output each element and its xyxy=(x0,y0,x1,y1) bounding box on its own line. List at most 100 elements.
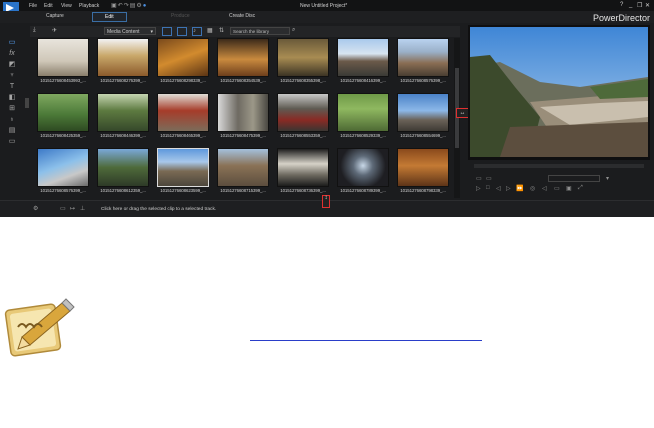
tab-create-disc[interactable]: Create Disc xyxy=(229,13,255,19)
media-tile[interactable]: 10151276608446399_... xyxy=(97,93,149,139)
media-filename: 10151276608576399_... xyxy=(400,78,446,83)
image-filter-icon[interactable] xyxy=(177,27,187,36)
media-library-grid: 10151276608453993_... 10151276608276399_… xyxy=(34,38,452,198)
snapshot-icon[interactable]: ◎ xyxy=(530,185,535,192)
media-filename: 10151276608576399_... xyxy=(40,188,86,193)
transition-room-icon[interactable]: ◧ xyxy=(6,93,18,102)
media-filename: 10151276608612359_... xyxy=(100,188,146,193)
play-icon[interactable]: ▷ xyxy=(476,185,481,192)
media-tile[interactable]: 10151276608416399_... xyxy=(337,38,389,84)
mode-bar: Capture Edit Produce Create Disc xyxy=(0,11,654,23)
timecode-dropdown-icon[interactable]: ▾ xyxy=(606,175,609,182)
volume-icon[interactable]: ◁ xyxy=(542,185,547,192)
display-icon[interactable]: ▭ xyxy=(554,185,560,192)
media-tile[interactable]: 10151276608623599_... xyxy=(157,148,209,194)
help-button[interactable]: ? xyxy=(620,2,623,8)
media-tile[interactable]: 10151276608553359_... xyxy=(277,93,329,139)
menu-edit[interactable]: Edit xyxy=(44,3,53,9)
timeline-mode-icon[interactable]: ▭ xyxy=(60,205,66,212)
save-icon[interactable]: ▣ xyxy=(111,3,118,9)
media-tile[interactable]: 10151276608453993_... xyxy=(37,38,89,84)
room-toolbar: ▭ fx ◩ ♆ T ◧ ⊞ ♁ ▤ ▭ xyxy=(6,38,22,198)
media-filename: 10151276608553359_... xyxy=(280,133,326,138)
subtitle-room-icon[interactable]: ▭ xyxy=(6,137,18,146)
preview-scrubber[interactable] xyxy=(474,164,644,168)
settings-icon[interactable]: ⚙ xyxy=(33,205,38,212)
landscape-preview-icon xyxy=(470,27,648,157)
media-thumbnail xyxy=(157,38,209,77)
search-icon[interactable]: ⌕ xyxy=(292,27,295,34)
tab-produce[interactable]: Produce xyxy=(171,13,190,19)
movie-mode-icon[interactable]: ▭ xyxy=(486,175,492,182)
fullscreen-icon[interactable]: ⤢ xyxy=(578,185,583,192)
video-filter-icon[interactable] xyxy=(162,27,172,36)
note-link-underline[interactable] xyxy=(250,340,482,341)
note-icon xyxy=(4,297,76,363)
menu-view[interactable]: View xyxy=(61,3,72,9)
minimize-button[interactable]: _ xyxy=(629,2,632,8)
media-room-icon[interactable]: ▭ xyxy=(6,38,18,47)
media-tile[interactable]: 10151276608276399_... xyxy=(97,38,149,84)
media-tile[interactable]: 10151276608715399_... xyxy=(217,148,269,194)
panel-resize-handle-vertical[interactable]: ↕ xyxy=(322,195,330,208)
media-tile[interactable]: 10151276608612359_... xyxy=(97,148,149,194)
media-filename: 10151276608446399_... xyxy=(100,133,146,138)
menu-file[interactable]: File xyxy=(29,3,37,9)
media-tile[interactable]: 10151276608576399_... xyxy=(37,148,89,194)
library-scrollbar[interactable] xyxy=(454,38,460,198)
view-mode-icon[interactable]: ▦ xyxy=(207,27,213,34)
media-tile[interactable]: 10151276608529339_... xyxy=(337,93,389,139)
media-thumbnail xyxy=(37,38,89,77)
media-tile[interactable]: 10151276608736399_... xyxy=(277,148,329,194)
media-tile[interactable]: 10151276608475399_... xyxy=(217,93,269,139)
stop-icon[interactable]: □ xyxy=(486,185,490,191)
media-tile[interactable]: 10151276608425359_... xyxy=(37,93,89,139)
close-button[interactable]: ✕ xyxy=(645,2,650,9)
menu-playback[interactable]: Playback xyxy=(79,3,99,9)
split-icon[interactable]: ⊥ xyxy=(80,205,85,212)
media-tile[interactable]: 10151276608798339_... xyxy=(397,148,449,194)
media-thumbnail xyxy=(337,93,389,132)
info-icon[interactable]: ● xyxy=(143,3,148,9)
voiceover-icon[interactable]: ♁ xyxy=(6,115,18,124)
panel-grip[interactable] xyxy=(25,98,29,108)
previous-frame-icon[interactable]: ◁ xyxy=(496,185,501,192)
next-frame-icon[interactable]: ▷ xyxy=(506,185,511,192)
media-filename: 10151276608715399_... xyxy=(220,188,266,193)
undock-icon[interactable]: ▣ xyxy=(566,185,572,192)
audio-filter-icon[interactable]: ♪ xyxy=(192,27,202,36)
storyboard-mode-icon[interactable]: ↦ xyxy=(70,205,75,212)
timecode-field[interactable] xyxy=(548,175,600,182)
media-filename: 10151276608475399_... xyxy=(220,133,266,138)
plugins-icon[interactable]: ✈ xyxy=(52,27,57,34)
media-thumbnail xyxy=(337,38,389,77)
media-tile[interactable]: 10151276608554699_... xyxy=(397,93,449,139)
timeline-hint: Click here or drag the selected clip to … xyxy=(101,207,217,212)
media-content-select[interactable]: Media Content ▾ xyxy=(104,27,156,35)
fast-forward-icon[interactable]: ⏩ xyxy=(516,185,523,192)
pip-room-icon[interactable]: ◩ xyxy=(6,60,18,69)
media-tile[interactable]: 10151276608298339_... xyxy=(157,38,209,84)
media-tile[interactable]: 10151276608465399_... xyxy=(157,93,209,139)
media-thumbnail xyxy=(37,93,89,132)
audio-mixing-icon[interactable]: ⊞ xyxy=(6,104,18,113)
title-room-icon[interactable]: T xyxy=(6,82,18,91)
effects-room-icon[interactable]: fx xyxy=(6,49,18,58)
media-tile[interactable]: 10151276608355398_... xyxy=(277,38,329,84)
media-filename: 10151276608354539_... xyxy=(220,78,266,83)
tab-edit[interactable]: Edit xyxy=(92,12,127,22)
sort-icon[interactable]: ⇅ xyxy=(219,27,224,34)
maximize-button[interactable]: ❐ xyxy=(637,2,642,9)
search-input[interactable]: Search the library xyxy=(230,27,290,35)
clip-mode-icon[interactable]: ▭ xyxy=(476,175,482,182)
media-tile[interactable]: 10151276608576399_... xyxy=(397,38,449,84)
import-icon[interactable]: ⤓ xyxy=(33,27,36,34)
playback-controls: ▭ ▭ ▾ ▷ □ ◁ ▷ ⏩ ◎ ◁ ▭ ▣ ⤢ xyxy=(476,175,646,197)
particle-room-icon[interactable]: ♆ xyxy=(6,71,18,80)
media-thumbnail xyxy=(397,148,449,187)
media-tile[interactable]: 10151276608354539_... xyxy=(217,38,269,84)
tab-capture[interactable]: Capture xyxy=(46,13,64,19)
media-tile[interactable]: 10151276608789399_... xyxy=(337,148,389,194)
chapter-room-icon[interactable]: ▤ xyxy=(6,126,18,135)
media-filename: 10151276608623599_... xyxy=(160,188,206,193)
